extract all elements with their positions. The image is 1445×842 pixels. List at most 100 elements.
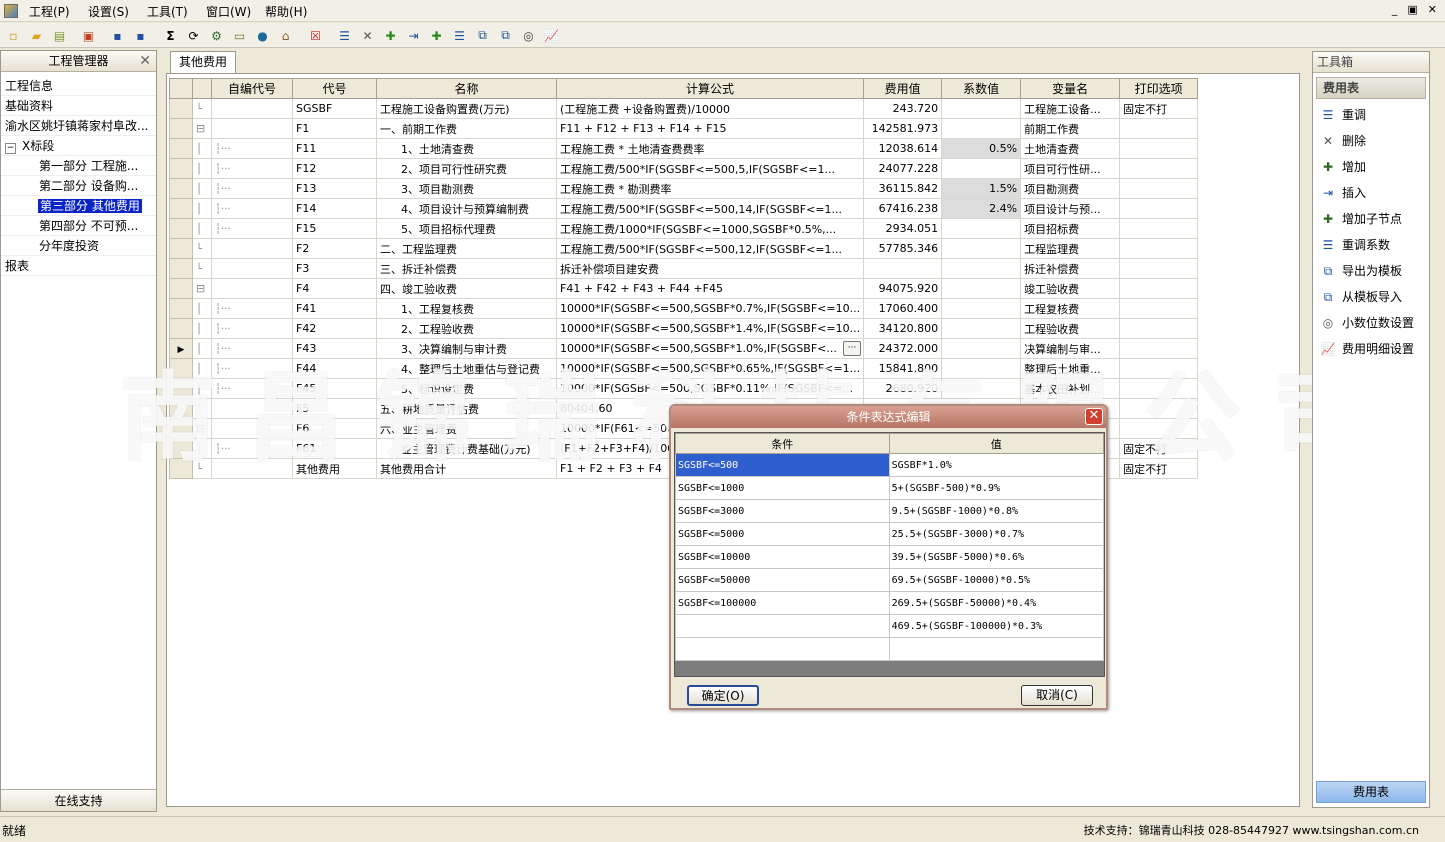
cell-code[interactable]: F4 [292,278,377,299]
cell-name[interactable]: 一、前期工作费 [376,118,557,139]
tool-add[interactable]: ✚ 增加 [1321,156,1366,178]
cell-var[interactable]: 项目设计与预... [1020,198,1121,219]
cell-coef[interactable] [941,118,1022,139]
cell-value[interactable]: 94075.920 [863,278,943,299]
cell-print[interactable] [1119,138,1199,159]
cell-custom-code[interactable]: ┆··· [211,178,293,199]
insert-icon[interactable]: ⇥ [405,27,422,44]
cell-var[interactable]: 拆迁补偿费 [1020,258,1121,279]
tool-insert[interactable]: ⇥ 插入 [1321,182,1366,204]
cell-value[interactable]: 34120.800 [863,318,943,339]
table-row[interactable]: │ ┆··· F42 2、工程验收费 10000*IF(SGSBF<=500,SGSBF… [169,318,1199,339]
cell-coef[interactable] [941,378,1022,399]
table-row[interactable]: │ ┆··· F13 3、项目勘测费 工程施工费 * 勘测费率 36115.842 1.5%… [169,178,1199,199]
cell-print[interactable] [1119,158,1199,179]
close-button[interactable]: ✕ [1428,3,1437,16]
condition-cell[interactable]: SGSBF<=10000 [675,545,890,569]
cell-print[interactable] [1119,418,1199,439]
row-header[interactable] [169,178,193,199]
condition-row[interactable]: SGSBF<=3000 9.5+(SGSBF-1000)*0.8% [675,499,1105,523]
cell-custom-code[interactable] [211,258,293,279]
row-header[interactable] [169,298,193,319]
cell-var[interactable]: 项目可行性研... [1020,158,1121,179]
cell-print[interactable] [1119,198,1199,219]
cell-var[interactable]: 项目招标费 [1020,218,1121,239]
row-header[interactable] [169,378,193,399]
cell-print[interactable] [1119,278,1199,299]
menu-tools[interactable]: 工具(T) [147,3,188,20]
tool-fee-detail-settings[interactable]: 📈 费用明细设置 [1321,338,1414,360]
value-cell[interactable]: 39.5+(SGSBF-5000)*0.6% [888,545,1105,569]
cell-formula[interactable]: F41 + F42 + F43 + F44 +F45 [555,278,865,299]
row-header[interactable] [169,198,193,219]
tree-cell[interactable]: │ [192,318,212,339]
cell-coef[interactable] [941,218,1022,239]
save-icon[interactable]: ▪ [109,27,126,44]
table-row[interactable]: │ ┆··· F14 4、项目设计与预算编制费 工程施工费/500*IF(SGSBF<=… [169,198,1199,219]
cell-formula[interactable]: 10000*IF(SGSBF<=500,SGSBF*0.11%,IF(SGSBF… [555,378,865,399]
row-header[interactable]: ▶ [169,338,193,359]
table-row[interactable]: │ ┆··· F41 1、工程复核费 10000*IF(SGSBF<=500,SGSBF… [169,298,1199,319]
cell-formula[interactable]: 工程施工费 * 勘测费率 [555,178,865,199]
table-row[interactable]: ▶ │ ┆··· F43 3、决算编制与审计费 10000*IF(SGSBF<=500,S… [169,338,1199,359]
cell-coef[interactable] [941,158,1022,179]
cell-formula[interactable]: 10000*IF(SGSBF<=500,SGSBF*1.0%,IF(SGSBF<… [555,338,865,359]
value-cell[interactable]: 25.5+(SGSBF-3000)*0.7% [888,522,1105,546]
cell-coef[interactable] [941,258,1022,279]
row-header[interactable] [169,258,193,279]
row-header[interactable] [169,218,193,239]
condition-cell[interactable]: SGSBF<=3000 [675,499,890,523]
cell-name[interactable]: 3、项目勘测费 [376,178,557,199]
row-header[interactable] [169,398,193,419]
template-import-icon[interactable]: ⧉ [497,27,514,44]
cell-value[interactable]: 243.720 [863,98,943,119]
cell-name[interactable]: 二、工程监理费 [376,238,557,259]
cell-value[interactable]: 12038.614 [863,138,943,159]
cell-name[interactable]: 3、决算编制与审计费 [376,338,557,359]
menu-project[interactable]: 工程(P) [29,3,70,20]
cell-name[interactable]: 5、项目招标代理费 [376,218,557,239]
tree-cell[interactable]: └ [192,98,212,119]
tree-item-project[interactable]: 渝水区姚圩镇蒋家村阜改... [1,116,156,136]
tool-export-template[interactable]: ⧉ 导出为模板 [1321,260,1402,282]
cell-value[interactable]: 17060.400 [863,298,943,319]
new-file-icon[interactable]: ▫ [5,27,22,44]
cell-code[interactable]: F41 [292,298,377,319]
cell-custom-code[interactable]: ┆··· [211,198,293,219]
col-header-value[interactable]: 费用值 [863,78,943,99]
row-header[interactable] [169,358,193,379]
value-cell[interactable]: 5+(SGSBF-500)*0.9% [888,476,1105,500]
cell-code[interactable]: F15 [292,218,377,239]
cell-print[interactable] [1119,258,1199,279]
minimize-button[interactable]: _ [1392,3,1398,16]
save-all-icon[interactable]: ▪ [132,27,149,44]
condition-cell[interactable] [675,614,890,638]
sum-icon[interactable]: Σ [162,27,179,44]
export-icon[interactable]: ▣ [80,27,97,44]
tree-cell[interactable]: └ [192,398,212,419]
table-row[interactable]: │ ┆··· F11 1、土地清查费 工程施工费 * 土地清查费费率 12038.614 0… [169,138,1199,159]
tree-cell[interactable]: │ [192,338,212,359]
condition-cell[interactable]: SGSBF<=500 [675,453,890,477]
cell-coef[interactable]: 2.4% [941,198,1022,219]
tool-decimal-settings[interactable]: ◎ 小数位数设置 [1321,312,1414,334]
image-icon[interactable]: ▭ [231,27,248,44]
cell-print[interactable] [1119,398,1199,419]
cell-value[interactable]: 36115.842 [863,178,943,199]
cell-coef[interactable] [941,298,1022,319]
cell-print[interactable] [1119,298,1199,319]
table-row[interactable]: ⊟ F4 四、竣工验收费 F41 + F42 + F43 + F44 +F45 9407… [169,278,1199,299]
tree-item-part4[interactable]: 第四部分 不可预... [1,216,156,236]
tool-add-child[interactable]: ✚ 增加子节点 [1321,208,1402,230]
cell-code[interactable]: 其他费用 [292,458,377,479]
cell-coef[interactable]: 0.5% [941,138,1022,159]
ok-button[interactable]: 确定(O) [687,685,759,706]
tree-cell[interactable]: │ [192,178,212,199]
col-header-code[interactable]: 代号 [292,78,377,99]
value-cell[interactable] [888,637,1105,661]
cell-name[interactable]: 三、拆迁补偿费 [376,258,557,279]
condition-cell[interactable]: SGSBF<=1000 [675,476,890,500]
cell-custom-code[interactable] [211,118,293,139]
row-header[interactable] [169,278,193,299]
row-header[interactable] [169,98,193,119]
